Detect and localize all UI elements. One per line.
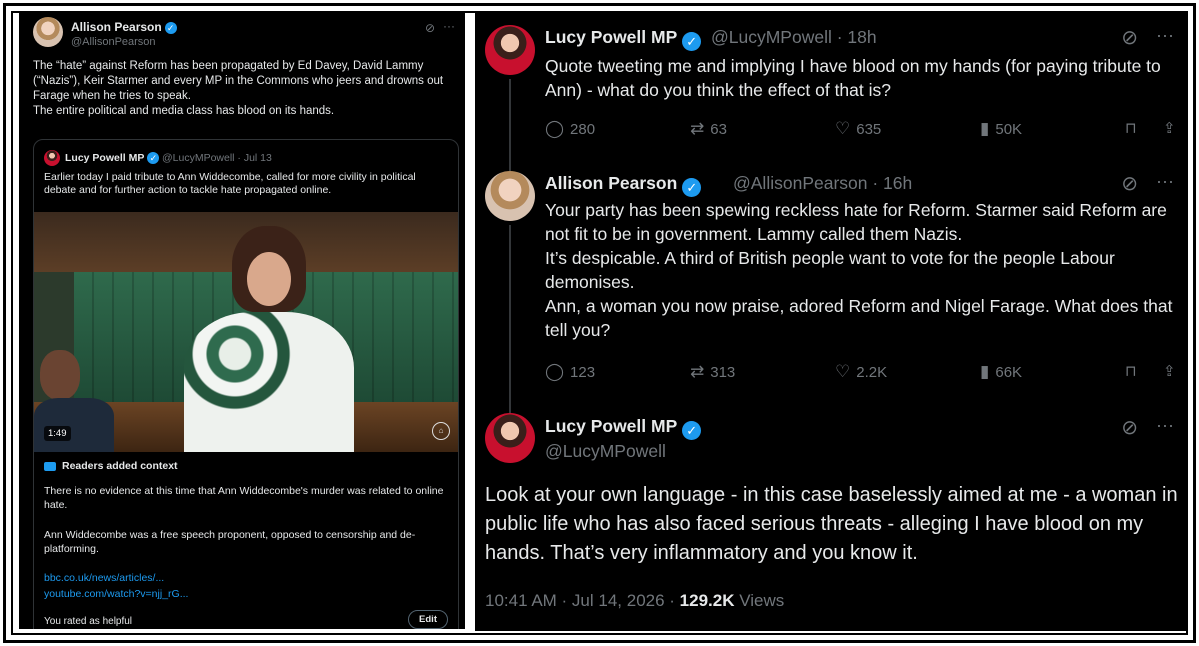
repost-button[interactable]: ⇄ 63 [690, 119, 727, 139]
verified-icon: ✓ [164, 21, 177, 34]
like-icon: ♡ [835, 362, 851, 381]
timestamp[interactable]: 10:41 AM · Jul 14, 2026 · [485, 591, 680, 610]
thread-tweet[interactable]: Allison Pearson ✓ @AllisonPearson · 16h ⊘… [475, 163, 1186, 413]
view-count: 66K [995, 364, 1023, 381]
author-name-text[interactable]: Lucy Powell MP [545, 27, 677, 47]
tweet-meta: 10:41 AM · Jul 14, 2026 · 129.2K Views [485, 591, 784, 611]
author-name[interactable]: Allison Pearson ✓ [71, 20, 177, 34]
like-count: 635 [856, 121, 882, 138]
reply-count: 280 [570, 121, 596, 138]
video-person2-body [34, 398, 114, 452]
views-label: Views [734, 591, 785, 610]
reply-button[interactable]: ◯ 123 [545, 362, 595, 382]
grok-icon[interactable]: ⊘ [1121, 25, 1138, 50]
quoted-author-handle[interactable]: @LucyMPowell · Jul 13 [162, 152, 272, 164]
tweet-header: Allison Pearson ✓ @AllisonPearson ⊘ ··· [33, 17, 463, 51]
verified-icon: ✓ [682, 178, 702, 197]
share-icon[interactable]: ⇪ [1163, 119, 1176, 137]
author-handle[interactable]: @AllisonPearson · 16h [733, 173, 912, 194]
video-player[interactable]: 1:49 ⌂ [34, 212, 458, 452]
video-person-face [247, 252, 291, 306]
more-icon[interactable]: ··· [1156, 171, 1174, 192]
author-name-text[interactable]: Allison Pearson [545, 173, 677, 193]
context-paragraph: There is no evidence at this time that A… [44, 485, 444, 511]
author-handle[interactable]: @LucyMPowell [545, 441, 666, 462]
right-thread-panel: Lucy Powell MP ✓ @LucyMPowell · 18h ⊘ ···… [475, 13, 1186, 631]
verified-icon: ✓ [147, 152, 160, 165]
community-note: Readers added context There is no eviden… [34, 452, 458, 629]
views-button[interactable]: ▮ 50K [980, 119, 1022, 139]
thread-line [509, 225, 511, 413]
context-icon [44, 461, 56, 471]
reply-count: 123 [570, 364, 596, 381]
like-count: 2.2K [856, 364, 888, 381]
context-paragraph: Ann Widdecombe was a free speech propone… [44, 529, 416, 555]
like-button[interactable]: ♡ 635 [835, 119, 881, 139]
grok-icon[interactable]: ⊘ [1121, 171, 1138, 196]
more-icon[interactable]: ··· [1156, 415, 1174, 436]
author-name[interactable]: Lucy Powell MP ✓ [545, 416, 702, 440]
verified-icon: ✓ [682, 32, 702, 51]
thread-line [509, 79, 511, 171]
tweet-text: Your party has been spewing reckless hat… [545, 200, 1173, 340]
view-count: 129.2K [679, 591, 735, 610]
views-button[interactable]: ▮ 66K [980, 362, 1022, 382]
reply-icon: ◯ [545, 119, 565, 138]
parliament-logo-icon: ⌂ [432, 422, 450, 440]
context-link[interactable]: bbc.co.uk/news/articles/... [44, 572, 164, 584]
view-count: 50K [995, 121, 1023, 138]
author-handle[interactable]: @LucyMPowell · 18h [711, 27, 877, 48]
avatar[interactable] [485, 413, 535, 463]
more-icon[interactable]: ··· [443, 19, 455, 33]
context-title: Readers added context [44, 460, 178, 472]
grok-icon[interactable]: ⊘ [425, 21, 435, 35]
action-bar: ◯ 280 ⇄ 63 ♡ 635 ▮ 50K ⊓ ⇪ [545, 119, 1185, 143]
repost-icon: ⇄ [690, 362, 705, 381]
video-duration: 1:49 [44, 426, 71, 441]
repost-count: 313 [710, 364, 736, 381]
repost-icon: ⇄ [690, 119, 705, 138]
quoted-text: Earlier today I paid tribute to Ann Widd… [44, 171, 416, 196]
author-name-text[interactable]: Allison Pearson [71, 20, 162, 34]
quoted-author-name-text[interactable]: Lucy Powell MP [65, 152, 144, 164]
video-person2-face [40, 350, 80, 400]
like-button[interactable]: ♡ 2.2K [835, 362, 887, 382]
context-link[interactable]: youtube.com/watch?v=njj_rG... [44, 588, 188, 600]
repost-button[interactable]: ⇄ 313 [690, 362, 735, 382]
avatar[interactable] [485, 25, 535, 75]
bookmark-icon[interactable]: ⊓ [1125, 119, 1137, 137]
tweet-text: Quote tweeting me and implying I have bl… [545, 56, 1161, 100]
reply-icon: ◯ [545, 362, 565, 381]
action-bar: ◯ 123 ⇄ 313 ♡ 2.2K ▮ 66K ⊓ ⇪ [545, 362, 1185, 386]
left-tweet-panel: Allison Pearson ✓ @AllisonPearson ⊘ ··· T… [19, 13, 465, 629]
rating-status: You rated as helpful [44, 616, 133, 627]
context-title-text: Readers added context [62, 460, 178, 472]
screenshot-frame: Allison Pearson ✓ @AllisonPearson ⊘ ··· T… [0, 0, 1199, 646]
author-name[interactable]: Allison Pearson ✓ [545, 173, 702, 197]
verified-icon: ✓ [682, 421, 702, 440]
thread-tweet[interactable]: Lucy Powell MP ✓ @LucyMPowell · 18h ⊘ ···… [475, 13, 1186, 171]
quoted-author-name[interactable]: Lucy Powell MP ✓ [65, 152, 160, 165]
tweet-text: The “hate” against Reform has been propa… [33, 60, 444, 117]
more-icon[interactable]: ··· [1156, 25, 1174, 46]
repost-count: 63 [710, 121, 727, 138]
grok-icon[interactable]: ⊘ [1121, 415, 1138, 440]
avatar[interactable] [485, 171, 535, 221]
views-icon: ▮ [980, 362, 990, 381]
video-person-body [184, 312, 354, 452]
views-icon: ▮ [980, 119, 990, 138]
avatar[interactable] [44, 150, 60, 166]
main-tweet-text: Look at your own language - in this case… [485, 484, 1178, 564]
author-name-text[interactable]: Lucy Powell MP [545, 416, 677, 436]
edit-button[interactable]: Edit [408, 610, 448, 629]
reply-button[interactable]: ◯ 280 [545, 119, 595, 139]
bookmark-icon[interactable]: ⊓ [1125, 362, 1137, 380]
author-name[interactable]: Lucy Powell MP ✓ [545, 27, 702, 51]
like-icon: ♡ [835, 119, 851, 138]
share-icon[interactable]: ⇪ [1163, 362, 1176, 380]
avatar[interactable] [33, 17, 63, 47]
quoted-tweet[interactable]: Lucy Powell MP ✓ @LucyMPowell · Jul 13 Ea… [33, 139, 459, 629]
author-handle[interactable]: @AllisonPearson [71, 36, 156, 48]
